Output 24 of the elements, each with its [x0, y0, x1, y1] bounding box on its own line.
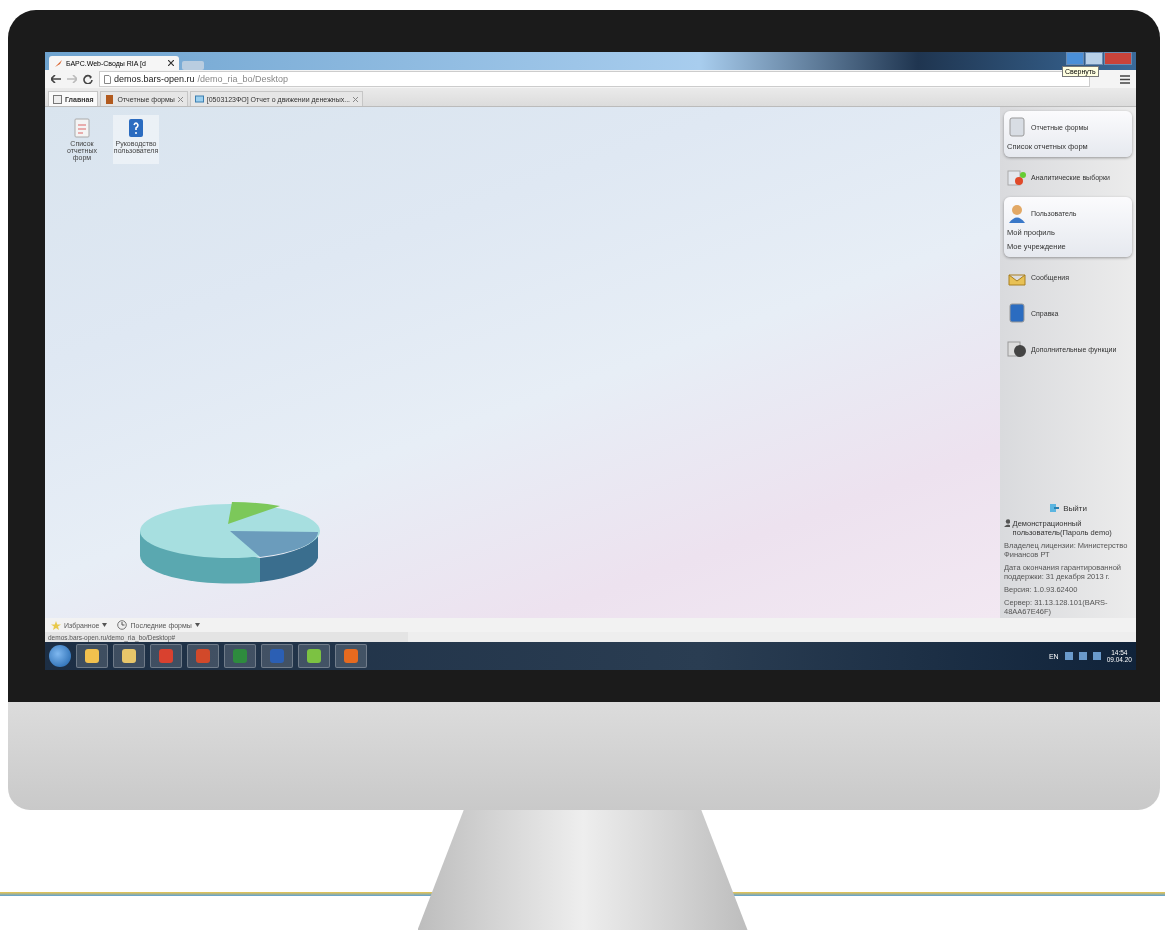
user-icon [1007, 203, 1027, 223]
maximize-button[interactable] [1085, 52, 1103, 65]
page-icon [104, 74, 111, 84]
analytics-icon [1007, 167, 1027, 187]
star-icon [51, 620, 61, 630]
book-icon [105, 94, 115, 104]
person-icon [1004, 519, 1010, 527]
caret-icon [102, 623, 108, 627]
picture-icon [53, 94, 62, 104]
taskbar-app-button[interactable] [76, 644, 108, 668]
menu-icon[interactable] [1120, 74, 1130, 84]
caret-icon [194, 623, 200, 627]
monitor-icon [194, 94, 204, 104]
exit-icon [1049, 503, 1060, 513]
taskbar-app-button[interactable] [113, 644, 145, 668]
start-button[interactable] [49, 645, 71, 667]
close-icon[interactable] [168, 60, 174, 66]
back-arrow-icon[interactable] [51, 75, 61, 83]
taskbar-app-button[interactable] [335, 644, 367, 668]
taskbar-app-button[interactable] [298, 644, 330, 668]
logout-button[interactable]: Выйти [1004, 501, 1132, 515]
forward-arrow-icon[interactable] [67, 75, 77, 83]
reload-icon[interactable] [83, 74, 93, 84]
question-book-icon [127, 118, 145, 138]
